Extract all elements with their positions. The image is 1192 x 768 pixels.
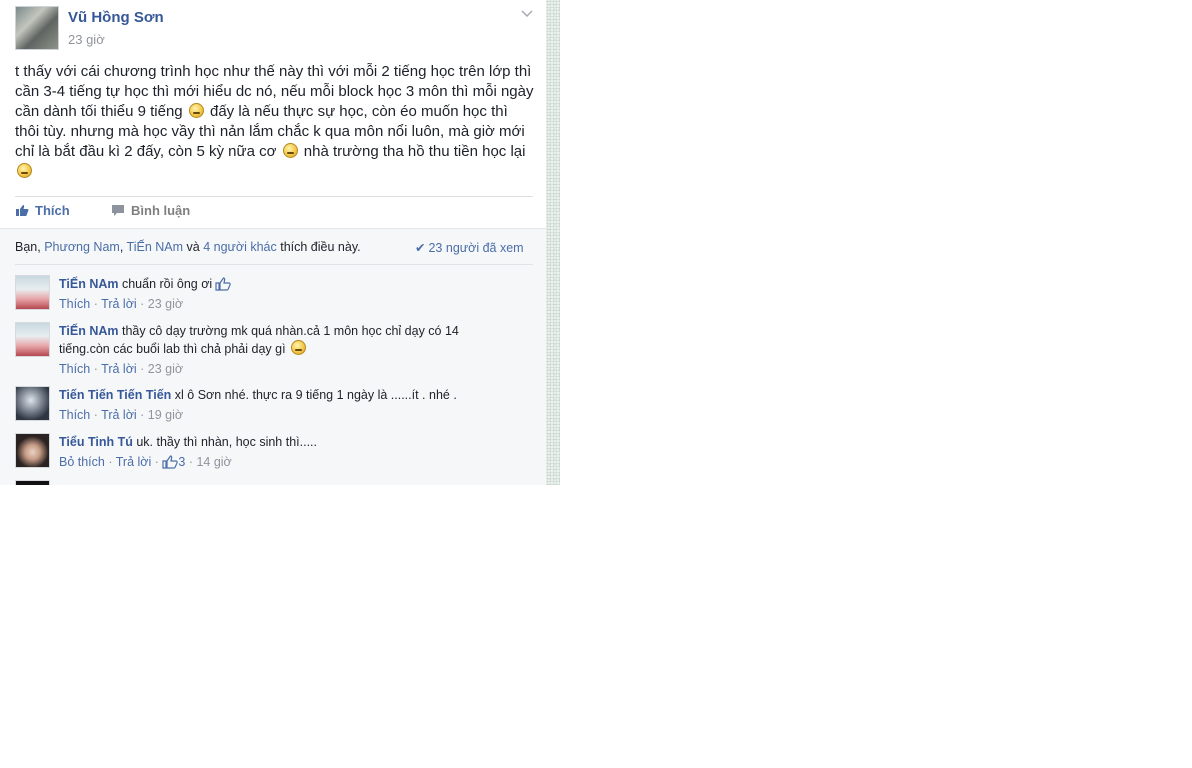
emoji-icon bbox=[17, 163, 32, 178]
seen-label: 23 người đã xem bbox=[428, 241, 524, 255]
likes-suffix: thích điều này. bbox=[276, 240, 361, 254]
comment-button[interactable]: Bình luận bbox=[111, 203, 190, 218]
like-label: Thích bbox=[35, 203, 70, 218]
comment-like-link[interactable]: Thích bbox=[59, 408, 90, 422]
comment-time[interactable]: 23 giờ bbox=[148, 297, 183, 311]
commenter-avatar[interactable] bbox=[15, 275, 50, 310]
comment-time[interactable]: 19 giờ bbox=[148, 408, 183, 422]
comment-bubble-icon bbox=[111, 204, 125, 217]
comment-body: Tiểu Tinh Tú uk. thầy thì nhàn, học sinh… bbox=[59, 433, 499, 470]
like-count-value: 3 bbox=[178, 455, 186, 469]
thumbs-up-icon bbox=[15, 204, 29, 217]
post-text-part3: nhà trường tha hồ thu tiền học lại bbox=[303, 143, 526, 160]
emoji-icon bbox=[291, 340, 307, 355]
comment-body: Tiến Tiến Tiến Tiến xl ô Sơn nhé. thực r… bbox=[59, 386, 499, 423]
comment-time[interactable]: 14 giờ bbox=[196, 455, 231, 469]
comment-label: Bình luận bbox=[131, 203, 191, 218]
comment-like-link[interactable]: Thích bbox=[59, 362, 90, 376]
comment-meta: Bỏ thích · Trả lời · 3 · 14 giờ bbox=[59, 455, 232, 469]
comment-text: chuẩn rồi ông ơi bbox=[121, 277, 213, 291]
seen-by[interactable]: ✔ 23 người đã xem bbox=[415, 240, 524, 255]
emoji-icon bbox=[282, 143, 298, 158]
divider bbox=[15, 264, 533, 265]
comment-like-count[interactable]: 3 bbox=[162, 455, 185, 469]
comment-section: Bạn, Phương Nam, TiẾn NAm và 4 người khá… bbox=[0, 228, 546, 485]
comment-text: thầy cô dạy trường mk quá nhàn.cả 1 môn … bbox=[59, 324, 459, 356]
author-avatar[interactable] bbox=[15, 6, 59, 50]
likes-conjunction: và bbox=[183, 240, 204, 254]
action-bar: Thích Bình luận bbox=[15, 199, 535, 225]
comment-reply-link[interactable]: Trả lời bbox=[101, 297, 137, 311]
comment-time[interactable]: 23 giờ bbox=[148, 362, 183, 376]
comment-reply-link[interactable]: Trả lời bbox=[101, 408, 137, 422]
comment-text: uk. thầy thì nhàn, học sinh thì..... bbox=[136, 435, 317, 449]
comment-unlike-link[interactable]: Bỏ thích bbox=[59, 455, 105, 469]
comment-meta: Thích · Trả lời · 23 giờ bbox=[59, 297, 184, 311]
commenter-name[interactable]: Tiểu Tinh Tú bbox=[59, 435, 133, 449]
likes-separator: , bbox=[119, 240, 127, 254]
commenter-name[interactable]: TiẾn NAm bbox=[59, 277, 119, 291]
likes-prefix: Bạn, bbox=[15, 240, 45, 254]
comment-meta: Thích · Trả lời · 23 giờ bbox=[59, 362, 184, 376]
background-texture bbox=[546, 0, 560, 485]
liker-link[interactable]: Phương Nam bbox=[44, 240, 120, 254]
thumbs-up-icon bbox=[215, 277, 231, 291]
comment-meta: Thích · Trả lời · 19 giờ bbox=[59, 408, 184, 422]
emoji-icon bbox=[188, 103, 204, 118]
commenter-avatar[interactable] bbox=[15, 322, 50, 357]
comment-like-link[interactable]: Thích bbox=[59, 297, 90, 311]
post-timestamp[interactable]: 23 giờ bbox=[68, 32, 105, 47]
commenter-avatar[interactable] bbox=[15, 386, 50, 421]
like-button[interactable]: Thích bbox=[15, 203, 70, 218]
post-text: t thấy với cái chương trình học như thế … bbox=[15, 62, 535, 182]
checkmark-icon: ✔ bbox=[415, 241, 426, 255]
commenter-name[interactable]: Tiến Tiến Tiến Tiến bbox=[59, 388, 171, 402]
comment-item-cutoff bbox=[15, 480, 535, 485]
divider bbox=[15, 196, 533, 197]
liker-link[interactable]: TiẾn NAm bbox=[127, 240, 184, 254]
comment-reply-link[interactable]: Trả lời bbox=[116, 455, 152, 469]
comment-body: TiẾn NAm chuẩn rồi ông ơi Thích · Trả lờ… bbox=[59, 275, 499, 312]
comment-reply-link[interactable]: Trả lời bbox=[101, 362, 137, 376]
comment-text: xl ô Sơn nhé. thực ra 9 tiếng 1 ngày là … bbox=[174, 388, 457, 402]
commenter-avatar[interactable] bbox=[15, 480, 50, 485]
commenter-name[interactable]: TiẾn NAm bbox=[59, 324, 119, 338]
author-name[interactable]: Vũ Hồng Sơn bbox=[68, 9, 164, 26]
thumbs-up-icon bbox=[162, 455, 179, 469]
post-header: Vũ Hồng Sơn 23 giờ bbox=[15, 6, 535, 52]
others-link[interactable]: 4 người khác bbox=[203, 240, 277, 254]
commenter-avatar[interactable] bbox=[15, 433, 50, 468]
comment-body: TiẾn NAm thầy cô dạy trường mk quá nhàn.… bbox=[59, 322, 499, 377]
post-card: Vũ Hồng Sơn 23 giờ t thấy với cái chương… bbox=[0, 0, 548, 485]
chevron-down-icon[interactable] bbox=[521, 6, 533, 21]
